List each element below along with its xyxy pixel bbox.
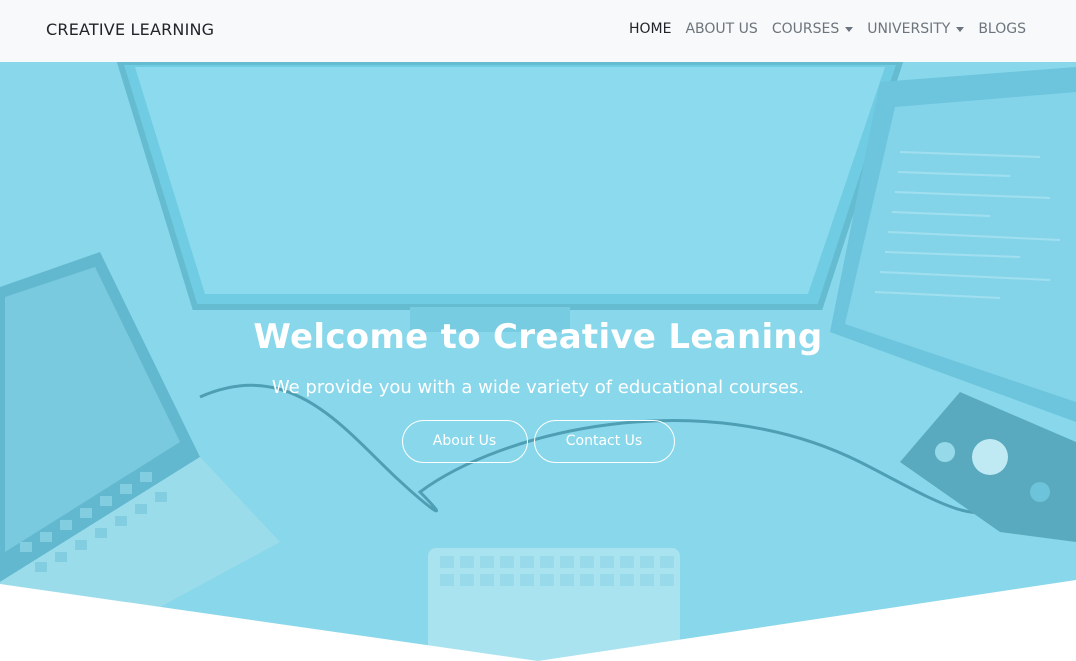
nav-item-about-us[interactable]: ABOUT US [685,21,757,37]
hero-subtitle: We provide you with a wide variety of ed… [271,377,805,398]
nav-item-label: COURSES [771,21,840,37]
nav-item-label: ABOUT US [685,21,758,37]
nav-item-blogs[interactable]: BLOGS [978,21,1026,37]
caret-down-icon [845,26,854,32]
nav-item-label: BLOGS [978,21,1026,37]
nav-menu: HOME ABOUT US COURSES UNIVERSITY BLOGS [629,21,1026,37]
hero-content: Welcome to Creative Leaning We provide y… [0,317,1076,463]
contact-us-button[interactable]: Contact Us [533,420,675,463]
about-us-button[interactable]: About Us [401,420,528,463]
hero-section: Welcome to Creative Leaning We provide y… [0,62,1076,661]
caret-down-icon [956,26,965,32]
navbar: CREATIVE LEARNING HOME ABOUT US COURSES … [0,0,1076,62]
nav-item-home[interactable]: HOME [629,21,671,37]
nav-item-label: UNIVERSITY [867,21,951,37]
nav-item-label: HOME [628,21,672,37]
brand-logo[interactable]: CREATIVE LEARNING [46,20,214,39]
nav-item-courses[interactable]: COURSES [771,21,854,37]
hero-button-group: About Us Contact Us [0,420,1076,463]
hero-title: Welcome to Creative Leaning [253,317,823,357]
nav-item-university[interactable]: UNIVERSITY [867,21,965,37]
